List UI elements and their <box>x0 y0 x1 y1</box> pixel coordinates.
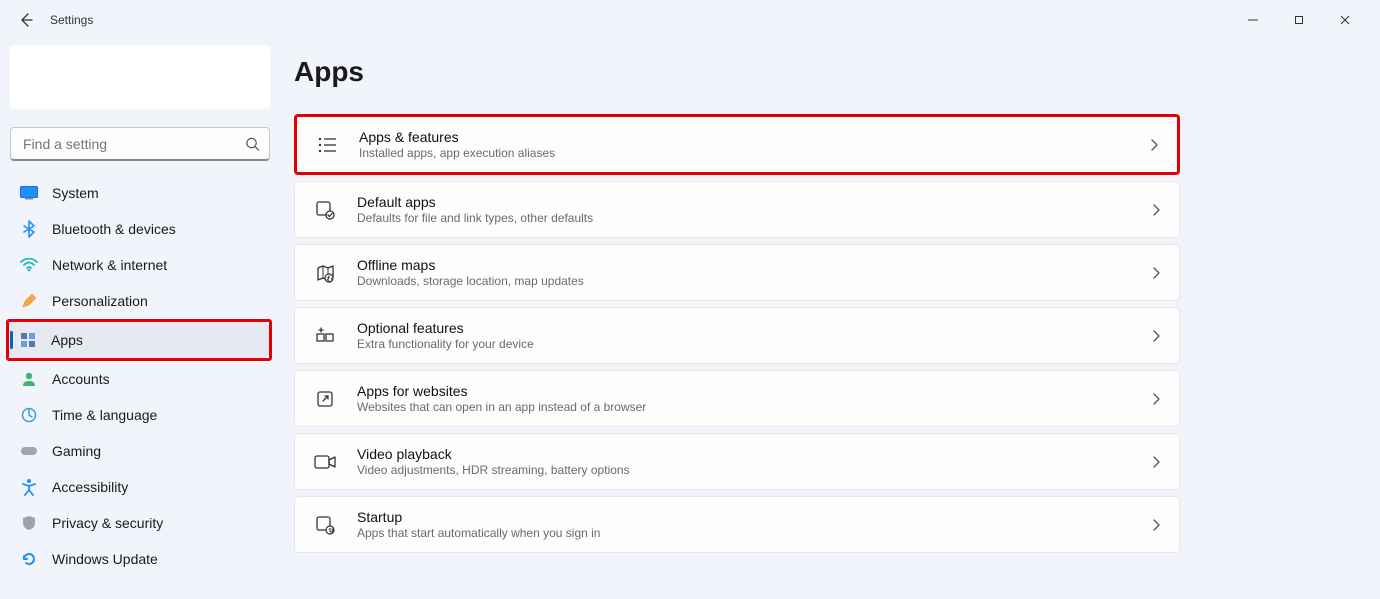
sidebar-item-windows-update[interactable]: Windows Update <box>10 541 270 577</box>
map-icon <box>313 261 337 285</box>
card-apps-features[interactable]: Apps & features Installed apps, app exec… <box>297 117 1177 172</box>
chevron-right-icon <box>1151 329 1161 343</box>
sidebar-item-label: System <box>52 185 99 201</box>
card-video-playback[interactable]: Video playback Video adjustments, HDR st… <box>294 433 1180 490</box>
card-apps-for-websites[interactable]: Apps for websites Websites that can open… <box>294 370 1180 427</box>
sidebar-item-label: Network & internet <box>52 257 167 273</box>
sidebar-item-label: Gaming <box>52 443 101 459</box>
video-icon <box>313 450 337 474</box>
sidebar-item-label: Bluetooth & devices <box>52 221 176 237</box>
back-button[interactable] <box>12 6 40 34</box>
chevron-right-icon <box>1151 518 1161 532</box>
person-icon <box>20 370 38 388</box>
sidebar-item-label: Accounts <box>52 371 110 387</box>
highlight-frame-sidebar: Apps <box>6 319 272 361</box>
chevron-right-icon <box>1151 455 1161 469</box>
card-title: Apps & features <box>359 129 1149 145</box>
sidebar: System Bluetooth & devices Network & int… <box>0 40 280 587</box>
sidebar-item-apps[interactable]: Apps <box>9 322 269 358</box>
sidebar-item-label: Accessibility <box>52 479 128 495</box>
settings-card-list: Apps & features Installed apps, app exec… <box>294 114 1180 553</box>
globe-clock-icon <box>20 406 38 424</box>
update-icon <box>20 550 38 568</box>
card-desc: Installed apps, app execution aliases <box>359 146 1149 160</box>
chevron-right-icon <box>1151 266 1161 280</box>
sidebar-item-label: Windows Update <box>52 551 158 567</box>
shield-icon <box>20 514 38 532</box>
close-button[interactable] <box>1322 4 1368 36</box>
optional-features-icon <box>313 324 337 348</box>
card-optional-features[interactable]: Optional features Extra functionality fo… <box>294 307 1180 364</box>
sidebar-item-accessibility[interactable]: Accessibility <box>10 469 270 505</box>
card-title: Optional features <box>357 320 1151 336</box>
list-icon <box>315 133 339 157</box>
sidebar-item-label: Apps <box>51 332 83 348</box>
card-startup[interactable]: Startup Apps that start automatically wh… <box>294 496 1180 553</box>
startup-icon <box>313 513 337 537</box>
card-desc: Apps that start automatically when you s… <box>357 526 1151 540</box>
card-title: Default apps <box>357 194 1151 210</box>
chevron-right-icon <box>1149 138 1159 152</box>
sidebar-item-time-language[interactable]: Time & language <box>10 397 270 433</box>
search-input[interactable] <box>10 127 270 161</box>
window-title: Settings <box>50 13 93 27</box>
page-title: Apps <box>294 56 1180 88</box>
card-desc: Video adjustments, HDR streaming, batter… <box>357 463 1151 477</box>
sidebar-item-gaming[interactable]: Gaming <box>10 433 270 469</box>
card-offline-maps[interactable]: Offline maps Downloads, storage location… <box>294 244 1180 301</box>
sidebar-item-network[interactable]: Network & internet <box>10 247 270 283</box>
card-title: Video playback <box>357 446 1151 462</box>
maximize-button[interactable] <box>1276 4 1322 36</box>
sidebar-item-personalization[interactable]: Personalization <box>10 283 270 319</box>
paintbrush-icon <box>20 292 38 310</box>
profile-card[interactable] <box>10 45 270 109</box>
card-title: Startup <box>357 509 1151 525</box>
highlight-frame-card: Apps & features Installed apps, app exec… <box>294 114 1180 175</box>
close-icon <box>1339 14 1351 26</box>
sidebar-item-bluetooth[interactable]: Bluetooth & devices <box>10 211 270 247</box>
open-external-icon <box>313 387 337 411</box>
gamepad-icon <box>20 442 38 460</box>
card-desc: Downloads, storage location, map updates <box>357 274 1151 288</box>
chevron-right-icon <box>1151 392 1161 406</box>
default-apps-icon <box>313 198 337 222</box>
sidebar-item-label: Personalization <box>52 293 148 309</box>
card-desc: Extra functionality for your device <box>357 337 1151 351</box>
sidebar-item-privacy[interactable]: Privacy & security <box>10 505 270 541</box>
sidebar-nav: System Bluetooth & devices Network & int… <box>10 175 270 577</box>
card-desc: Defaults for file and link types, other … <box>357 211 1151 225</box>
bluetooth-icon <box>20 220 38 238</box>
sidebar-item-accounts[interactable]: Accounts <box>10 361 270 397</box>
search-icon <box>245 137 260 152</box>
maximize-icon <box>1293 14 1305 26</box>
card-desc: Websites that can open in an app instead… <box>357 400 1151 414</box>
sidebar-item-label: Time & language <box>52 407 157 423</box>
window-controls <box>1230 4 1368 36</box>
arrow-left-icon <box>18 12 34 28</box>
apps-icon <box>19 331 37 349</box>
main-content: Apps Apps & features Installed apps, app… <box>280 40 1200 587</box>
card-default-apps[interactable]: Default apps Defaults for file and link … <box>294 181 1180 238</box>
chevron-right-icon <box>1151 203 1161 217</box>
minimize-button[interactable] <box>1230 4 1276 36</box>
desktop-icon <box>20 184 38 202</box>
titlebar: Settings <box>0 0 1380 40</box>
wifi-icon <box>20 256 38 274</box>
sidebar-item-label: Privacy & security <box>52 515 163 531</box>
card-title: Offline maps <box>357 257 1151 273</box>
card-title: Apps for websites <box>357 383 1151 399</box>
search-wrap <box>10 127 270 161</box>
sidebar-item-system[interactable]: System <box>10 175 270 211</box>
accessibility-icon <box>20 478 38 496</box>
minimize-icon <box>1247 14 1259 26</box>
